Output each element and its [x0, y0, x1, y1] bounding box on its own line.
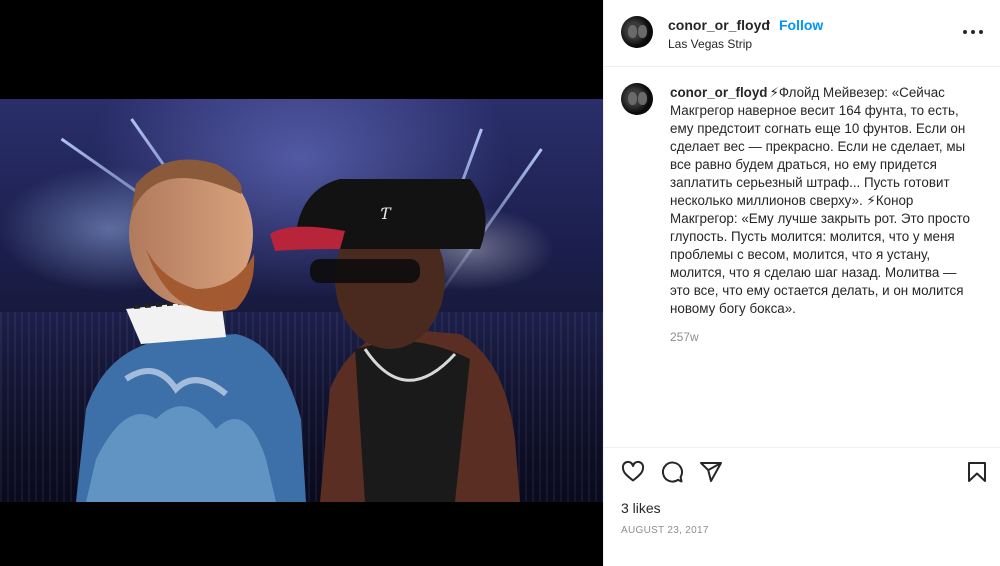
paper-plane-icon[interactable] [699, 460, 723, 484]
svg-text:Ƭ: Ƭ [380, 204, 392, 223]
caption: conor_or_floyd ⚡Флойд Мейвезер: «Сейчас М… [670, 84, 970, 318]
more-options-icon[interactable] [963, 22, 983, 42]
caption-section: conor_or_floyd ⚡Флойд Мейвезер: «Сейчас М… [604, 67, 1000, 447]
separator-dot: • [766, 16, 771, 30]
caption-username-link[interactable]: conor_or_floyd [670, 85, 767, 100]
caption-text: ⚡Флойд Мейвезер: «Сейчас Макгрегор навер… [670, 85, 970, 316]
location-link[interactable]: Las Vegas Strip [668, 37, 752, 51]
post-date: AUGUST 23, 2017 [621, 525, 709, 536]
post-details-panel: conor_or_floyd • Follow Las Vegas Strip … [603, 0, 1000, 566]
comment-icon[interactable] [660, 460, 684, 484]
fighter-right-figure: Ƭ [270, 179, 520, 502]
bookmark-icon[interactable] [965, 460, 989, 484]
caption-age: 257w [670, 330, 699, 344]
post-photo[interactable]: Ƭ [0, 99, 603, 502]
username-link[interactable]: conor_or_floyd [668, 17, 770, 33]
heart-icon[interactable] [621, 460, 645, 484]
post-header: conor_or_floyd • Follow Las Vegas Strip [604, 0, 1000, 67]
post-media: Ƭ [0, 0, 603, 566]
follow-button[interactable]: Follow [779, 17, 823, 33]
avatar[interactable] [621, 83, 653, 115]
likes-count[interactable]: 3 likes [621, 500, 661, 516]
avatar[interactable] [621, 16, 653, 48]
action-bar [604, 447, 1000, 493]
